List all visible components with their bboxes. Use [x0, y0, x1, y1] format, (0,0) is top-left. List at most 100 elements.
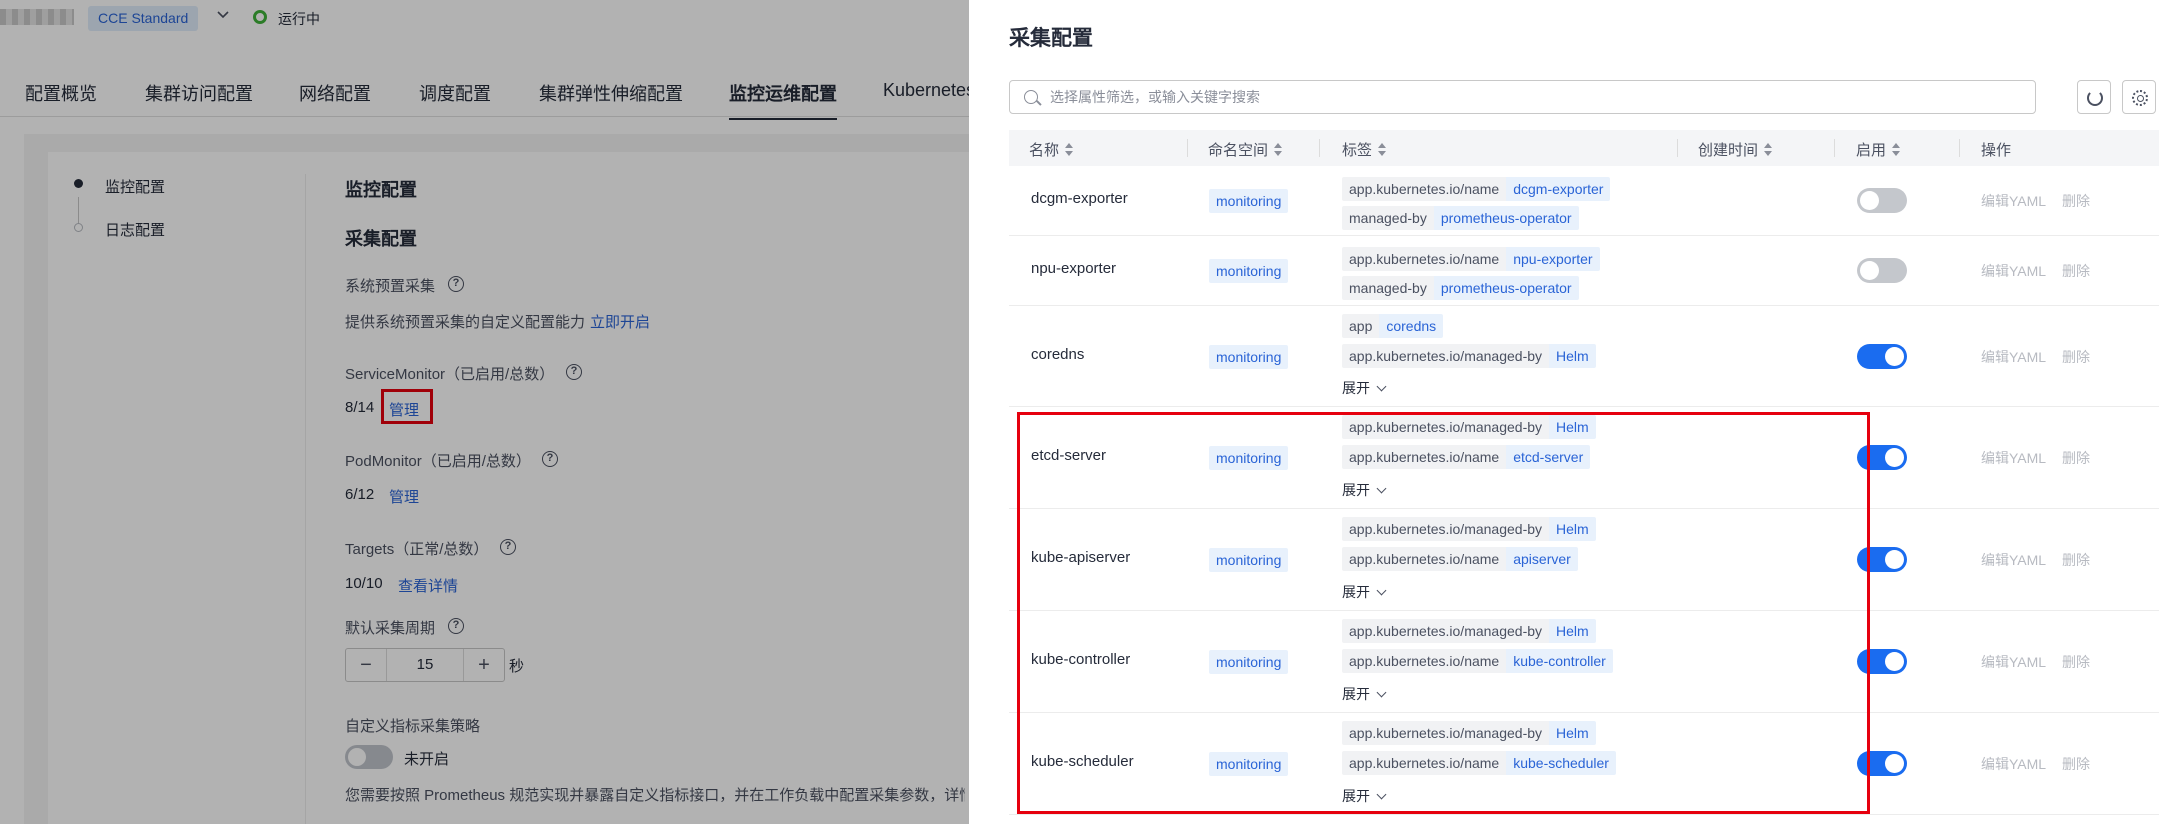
col-labels[interactable]: 标签	[1342, 139, 1387, 160]
namespace-badge: monitoring	[1209, 189, 1289, 213]
sort-icon[interactable]	[1892, 143, 1901, 157]
tab-cluster-access[interactable]: 集群访问配置	[145, 80, 253, 106]
config-card	[48, 152, 1048, 824]
sort-icon[interactable]	[1065, 143, 1074, 157]
step-monitor-config[interactable]: 监控配置	[105, 176, 165, 197]
pod-monitor-manage-link[interactable]: 管理	[389, 486, 419, 507]
chevron-down-icon	[1376, 483, 1387, 494]
label-tag: app.kubernetes.io/name apiserver	[1342, 547, 1578, 571]
enable-toggle[interactable]	[1857, 258, 1907, 283]
namespace-badge: monitoring	[1209, 650, 1289, 674]
chevron-down-icon[interactable]	[216, 8, 230, 22]
custom-metrics-label: 自定义指标采集策略	[345, 718, 481, 735]
enable-toggle[interactable]	[1857, 344, 1907, 369]
refresh-button[interactable]	[2077, 80, 2111, 114]
label-tag: app coredns	[1342, 314, 1444, 338]
edit-yaml-link[interactable]: 编辑YAML	[1981, 448, 2046, 468]
chevron-down-icon	[1376, 381, 1387, 392]
custom-metrics-toggle[interactable]	[345, 745, 393, 769]
expand-toggle[interactable]: 展开	[1342, 378, 1387, 398]
row-name: kube-apiserver	[1031, 549, 1131, 566]
row-name: kube-controller	[1031, 651, 1131, 668]
help-icon[interactable]: ?	[566, 364, 582, 380]
step-log-config[interactable]: 日志配置	[105, 219, 165, 240]
tab-monitoring-ops[interactable]: 监控运维配置	[729, 80, 837, 120]
delete-link[interactable]: 删除	[2062, 261, 2090, 281]
help-icon[interactable]: ?	[448, 276, 464, 292]
sort-icon[interactable]	[1274, 143, 1283, 157]
chevron-down-icon	[1376, 789, 1387, 800]
sort-icon[interactable]	[1764, 143, 1773, 157]
edit-yaml-link[interactable]: 编辑YAML	[1981, 347, 2046, 367]
expand-toggle[interactable]: 展开	[1342, 480, 1387, 500]
label-tag: app.kubernetes.io/name kube-scheduler	[1342, 751, 1616, 775]
search-input[interactable]	[1050, 81, 2020, 113]
delete-link[interactable]: 删除	[2062, 191, 2090, 211]
label-tag: app.kubernetes.io/name kube-controller	[1342, 649, 1613, 673]
targets-count: 10/10	[345, 575, 383, 592]
col-namespace[interactable]: 命名空间	[1208, 139, 1283, 160]
steps-divider	[305, 174, 306, 824]
enable-toggle[interactable]	[1857, 188, 1907, 213]
col-created[interactable]: 创建时间	[1698, 139, 1773, 160]
col-separator	[1959, 139, 1960, 157]
delete-link[interactable]: 删除	[2062, 550, 2090, 570]
row-name: coredns	[1031, 346, 1085, 363]
label-tag: app.kubernetes.io/name etcd-server	[1342, 445, 1591, 469]
enable-toggle[interactable]	[1857, 445, 1907, 470]
config-tabs: 配置概览 集群访问配置 网络配置 调度配置 集群弹性伸缩配置 监控运维配置 Ku…	[0, 74, 1100, 120]
tab-overview[interactable]: 配置概览	[25, 80, 97, 106]
edit-yaml-link[interactable]: 编辑YAML	[1981, 754, 2046, 774]
help-icon[interactable]: ?	[500, 539, 516, 555]
period-stepper[interactable]: − 15 +	[345, 648, 505, 682]
enable-toggle[interactable]	[1857, 751, 1907, 776]
step-connector	[78, 197, 79, 225]
col-separator	[1834, 139, 1835, 157]
pod-monitor-count: 6/12	[345, 486, 375, 503]
enable-toggle[interactable]	[1857, 547, 1907, 572]
tab-kubernetes[interactable]: Kubernetes	[883, 80, 975, 101]
collect-config-drawer: 采集配置 名称 命名空间 标签 创建时间 启用 操作 dcgm-exporter…	[969, 0, 2176, 824]
edit-yaml-link[interactable]: 编辑YAML	[1981, 652, 2046, 672]
targets-detail-link[interactable]: 查看详情	[398, 575, 458, 596]
enable-toggle[interactable]	[1857, 649, 1907, 674]
help-icon[interactable]: ?	[448, 618, 464, 634]
table-row: kube-apiserver monitoring app.kubernetes…	[1009, 509, 2159, 611]
table-header: 名称 命名空间 标签 创建时间 启用 操作	[1009, 130, 2159, 166]
custom-metrics-desc: 您需要按照 Prometheus 规范实现并暴露自定义指标接口，并在工作负载中配…	[345, 787, 965, 804]
edit-yaml-link[interactable]: 编辑YAML	[1981, 261, 2046, 281]
cluster-name-redacted	[0, 9, 74, 25]
col-separator	[1319, 139, 1320, 157]
expand-toggle[interactable]: 展开	[1342, 582, 1387, 602]
help-icon[interactable]: ?	[542, 451, 558, 467]
settings-button[interactable]	[2122, 80, 2156, 114]
delete-link[interactable]: 删除	[2062, 347, 2090, 367]
namespace-badge: monitoring	[1209, 548, 1289, 572]
search-bar[interactable]	[1009, 80, 2036, 114]
label-tag: managed-by prometheus-operator	[1342, 276, 1579, 300]
tab-scheduling[interactable]: 调度配置	[419, 80, 491, 106]
delete-link[interactable]: 删除	[2062, 754, 2090, 774]
search-icon	[1024, 90, 1038, 104]
delete-link[interactable]: 删除	[2062, 652, 2090, 672]
enable-now-link[interactable]: 立即开启	[590, 311, 650, 332]
minus-icon[interactable]: −	[346, 649, 386, 681]
label-tag: app.kubernetes.io/name dcgm-exporter	[1342, 177, 1611, 201]
col-enabled[interactable]: 启用	[1856, 139, 1901, 160]
expand-toggle[interactable]: 展开	[1342, 684, 1387, 704]
sort-icon[interactable]	[1378, 143, 1387, 157]
tab-network[interactable]: 网络配置	[299, 80, 371, 106]
service-monitor-label: ServiceMonitor（已启用/总数）	[345, 366, 555, 383]
row-name: kube-scheduler	[1031, 753, 1134, 770]
tab-autoscaling[interactable]: 集群弹性伸缩配置	[539, 80, 683, 106]
period-value[interactable]: 15	[386, 649, 464, 681]
table-row: kube-scheduler monitoring app.kubernetes…	[1009, 713, 2159, 815]
col-name[interactable]: 名称	[1029, 139, 1074, 160]
label-tag: app.kubernetes.io/managed-by Helm	[1342, 721, 1596, 745]
plus-icon[interactable]: +	[464, 649, 504, 681]
delete-link[interactable]: 删除	[2062, 448, 2090, 468]
edit-yaml-link[interactable]: 编辑YAML	[1981, 191, 2046, 211]
edit-yaml-link[interactable]: 编辑YAML	[1981, 550, 2046, 570]
chevron-down-icon	[1376, 585, 1387, 596]
expand-toggle[interactable]: 展开	[1342, 786, 1387, 806]
